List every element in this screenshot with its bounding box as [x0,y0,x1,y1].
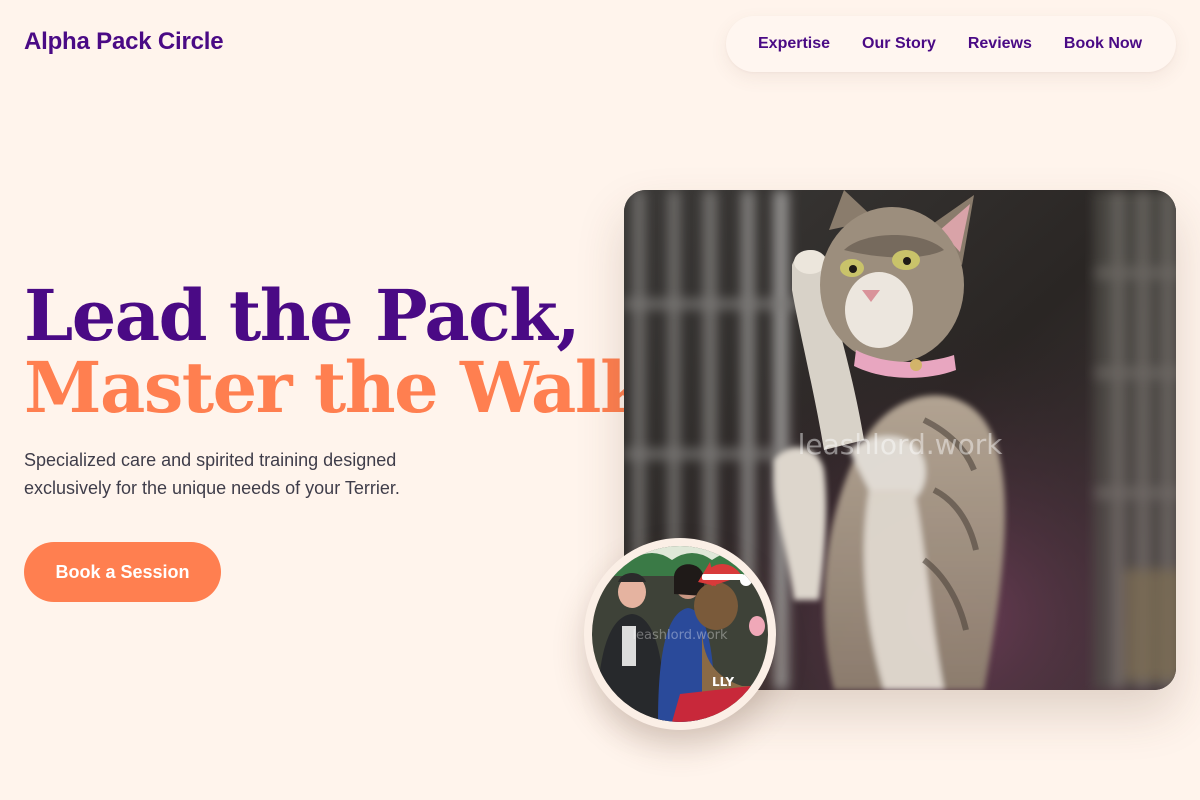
inset-photo-llama: LLY leashlord.work [592,546,768,722]
brand-logo[interactable]: Alpha Pack Circle [24,28,224,56]
nav-link-reviews[interactable]: Reviews [968,35,1032,53]
headline-line-2: Master the Walk. [24,346,671,429]
photo-watermark: leashlord.work [797,428,1003,461]
headline-line-1: Lead the Pack, [24,274,581,357]
inset-watermark: leashlord.work [632,628,728,643]
inset-photo-frame: LLY leashlord.work [584,538,776,730]
page: Alpha Pack Circle Expertise Our Story Re… [0,0,1200,800]
top-nav: Expertise Our Story Reviews Book Now [726,16,1176,72]
book-session-button[interactable]: Book a Session [24,542,221,602]
hero-headline: Lead the Pack, Master the Walk. [24,274,671,429]
svg-text:LLY: LLY [712,675,734,689]
hero-subtitle: Specialized care and spirited training d… [24,450,400,498]
nav-link-book-now[interactable]: Book Now [1064,35,1142,53]
nav-link-our-story[interactable]: Our Story [862,35,936,53]
nav-link-expertise[interactable]: Expertise [758,35,830,53]
